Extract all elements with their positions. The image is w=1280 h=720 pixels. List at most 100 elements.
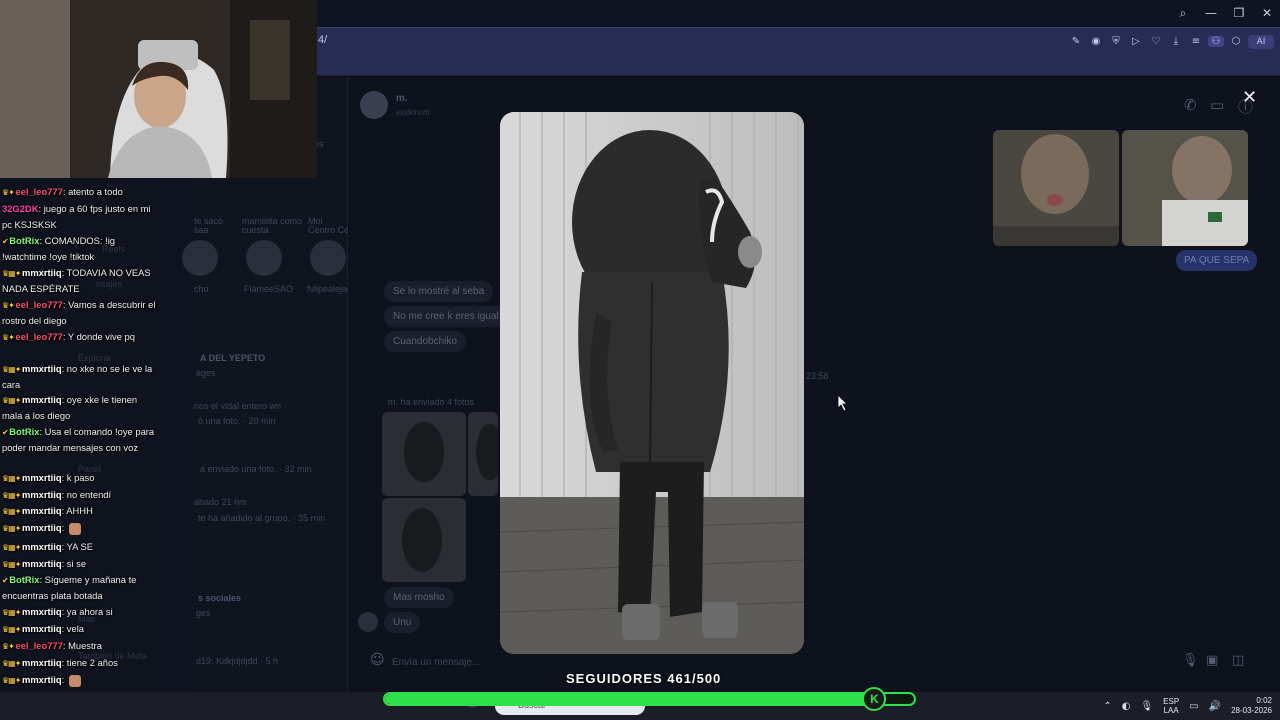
stream-chat-message: ♛▦✦ mmxrtiiq: bbox=[2, 520, 158, 536]
volume-icon[interactable]: 🔊 bbox=[1209, 701, 1221, 712]
message-composer[interactable] bbox=[362, 649, 1262, 673]
received-photo[interactable] bbox=[382, 412, 466, 496]
user-badges-icon: ♛▦✦ bbox=[2, 676, 22, 685]
composer-placeholder[interactable]: Envía un mensaje... bbox=[392, 657, 480, 668]
contact-username: ssidorv.m bbox=[396, 108, 430, 117]
chat-username[interactable]: mmxrtiiq bbox=[22, 505, 62, 516]
user-badges-icon: ♛▦✦ bbox=[2, 625, 22, 634]
play-icon[interactable]: ▷ bbox=[1128, 36, 1144, 47]
chat-username[interactable]: mmxrtiiq bbox=[22, 522, 62, 533]
chat-username[interactable]: eel_leo777 bbox=[15, 299, 62, 310]
search-icon[interactable]: ⌕ bbox=[1176, 6, 1190, 21]
language-indicator[interactable]: ESP LAA bbox=[1163, 697, 1179, 715]
received-photo-image bbox=[468, 412, 498, 496]
sticker-icon[interactable]: ◫ bbox=[1232, 653, 1244, 668]
chat-username[interactable]: mmxrtiiq bbox=[22, 606, 62, 617]
close-viewer-icon[interactable]: ✕ bbox=[1242, 87, 1257, 108]
profile-icon[interactable]: ⚇ bbox=[1208, 36, 1224, 47]
received-photo[interactable] bbox=[468, 412, 498, 496]
thread-preview: ages bbox=[196, 368, 216, 378]
chat-username[interactable]: eel_leo777 bbox=[15, 331, 62, 342]
chat-username[interactable]: eel_leo777 bbox=[15, 186, 62, 197]
chat-message-text: : Y donde vive pq bbox=[62, 331, 135, 342]
user-badges-icon: ♛▦✦ bbox=[2, 396, 22, 405]
display-icon[interactable]: ▭ bbox=[1189, 701, 1198, 712]
contact-avatar[interactable] bbox=[360, 91, 388, 119]
image-icon[interactable]: ▣ bbox=[1206, 653, 1218, 668]
thread-title[interactable]: nos el vidal entero wn bbox=[194, 401, 281, 411]
shield-icon[interactable]: ⛨ bbox=[1108, 36, 1124, 47]
user-badges-icon: ♛▦✦ bbox=[2, 608, 22, 617]
sent-photo[interactable] bbox=[993, 130, 1119, 246]
stream-chat-message: ♛▦✦ mmxrtiiq: si se bbox=[2, 556, 158, 572]
stream-chat-message: ♛▦✦ mmxrtiiq: TODAVIA NO VEAS NADA ESPÉR… bbox=[2, 265, 158, 296]
chat-username[interactable]: mmxrtiiq bbox=[22, 363, 62, 374]
received-message: No me cree k eres igual a bbox=[384, 306, 516, 327]
app-tray-icon[interactable]: ◐ bbox=[1122, 701, 1131, 712]
chat-message-text: : AHHH bbox=[61, 505, 93, 516]
window-controls: ⌕ — ❐ ✕ bbox=[1176, 3, 1274, 23]
sent-photo[interactable] bbox=[1122, 130, 1248, 246]
stream-chat-message: ♛▦✦ mmxrtiiq: k paso bbox=[2, 470, 158, 486]
chat-username[interactable]: eel_leo777 bbox=[15, 640, 62, 651]
chat-username[interactable]: mmxrtiiq bbox=[22, 541, 62, 552]
minimize-icon[interactable]: — bbox=[1204, 6, 1218, 20]
chat-username[interactable]: BotRix bbox=[9, 235, 39, 246]
chat-username[interactable]: 32G2DK bbox=[2, 203, 38, 214]
stream-chat-message: ♛▦✦ mmxrtiiq: no xke no se le ve la cara bbox=[2, 361, 158, 392]
extension-icon[interactable]: ⬡ bbox=[1228, 36, 1244, 47]
message-timestamp: 23:58 bbox=[806, 371, 829, 381]
received-message: Se lo mostré al seba bbox=[384, 281, 494, 302]
user-badges-icon: ♛▦✦ bbox=[2, 507, 22, 516]
stream-chat-message: ♛▦✦ mmxrtiiq: bbox=[2, 672, 158, 688]
mic-icon[interactable]: 🎙 bbox=[1182, 653, 1199, 668]
chat-username[interactable]: BotRix bbox=[9, 426, 39, 437]
chevron-up-icon[interactable]: ⌃ bbox=[1103, 701, 1111, 712]
ai-button[interactable]: AI bbox=[1248, 34, 1274, 49]
chat-username[interactable]: mmxrtiiq bbox=[22, 558, 62, 569]
restore-icon[interactable]: ❐ bbox=[1232, 6, 1246, 20]
chat-username[interactable]: mmxrtiiq bbox=[22, 472, 62, 483]
chat-username[interactable]: mmxrtiiq bbox=[22, 623, 62, 634]
mic-tray-icon[interactable]: 🎙 bbox=[1140, 701, 1153, 712]
story-name: cho bbox=[194, 284, 209, 294]
emoji-icon[interactable]: ☺ bbox=[370, 652, 385, 668]
thread-preview: d19: Kdkjdjdjdd · 5 h bbox=[196, 656, 279, 666]
chat-username[interactable]: mmxrtiiq bbox=[22, 657, 62, 668]
chat-username[interactable]: BotRix bbox=[9, 574, 39, 585]
thread-title[interactable]: A DEL YEPETO bbox=[200, 353, 265, 363]
story-caption: mamiiiita como cuesta bbox=[242, 216, 303, 235]
chat-username[interactable]: mmxrtiiq bbox=[22, 267, 62, 278]
story-avatar[interactable] bbox=[182, 240, 218, 276]
story-name: fvlipealejan bbox=[307, 284, 353, 294]
follower-goal-bar bbox=[383, 692, 916, 706]
user-badges-icon: ♛▦✦ bbox=[2, 524, 22, 533]
thread-title[interactable]: s sociales bbox=[198, 593, 241, 603]
camera-icon[interactable]: ◉ bbox=[1088, 36, 1104, 47]
video-icon[interactable]: ▭ bbox=[1210, 96, 1224, 114]
screen: ⌕ — ❐ ✕ 4/ ✎ ◉ ⛨ ▷ ♡ ⤓ ≡ ⚇ ⬡ AI Reels ns… bbox=[0, 0, 1280, 720]
chat-username[interactable]: mmxrtiiq bbox=[22, 674, 62, 685]
close-icon[interactable]: ✕ bbox=[1260, 6, 1274, 20]
download-icon[interactable]: ⤓ bbox=[1168, 36, 1184, 47]
url-text[interactable]: 4/ bbox=[318, 34, 327, 46]
phone-icon[interactable]: ✆ bbox=[1184, 96, 1197, 114]
menu-icon[interactable]: ≡ bbox=[1188, 36, 1204, 47]
clock-time: 0:02 bbox=[1256, 696, 1272, 705]
story-avatar[interactable] bbox=[310, 240, 346, 276]
received-photo[interactable] bbox=[382, 498, 466, 582]
contact-name[interactable]: m. bbox=[396, 93, 408, 104]
clock[interactable]: 0:02 28-03-2026 bbox=[1231, 696, 1272, 716]
chat-username[interactable]: mmxrtiiq bbox=[22, 489, 62, 500]
stream-chat-message: ♛✦ eel_leo777: atento a todo bbox=[2, 184, 158, 200]
edit-icon[interactable]: ✎ bbox=[1068, 36, 1084, 47]
received-photo-image bbox=[382, 412, 466, 496]
user-badges-icon: ♛✦ bbox=[2, 642, 16, 651]
photo-viewer-image[interactable] bbox=[500, 112, 804, 654]
story-avatar[interactable] bbox=[246, 240, 282, 276]
chat-username[interactable]: mmxrtiiq bbox=[22, 394, 62, 405]
stream-chat-message: ✔ BotRix: COMANDOS: !ig !watchtime !oye … bbox=[2, 233, 158, 264]
thread-title[interactable]: abado 21 hrs bbox=[194, 497, 247, 507]
heart-icon[interactable]: ♡ bbox=[1148, 36, 1164, 47]
webcam-feed bbox=[0, 0, 317, 178]
